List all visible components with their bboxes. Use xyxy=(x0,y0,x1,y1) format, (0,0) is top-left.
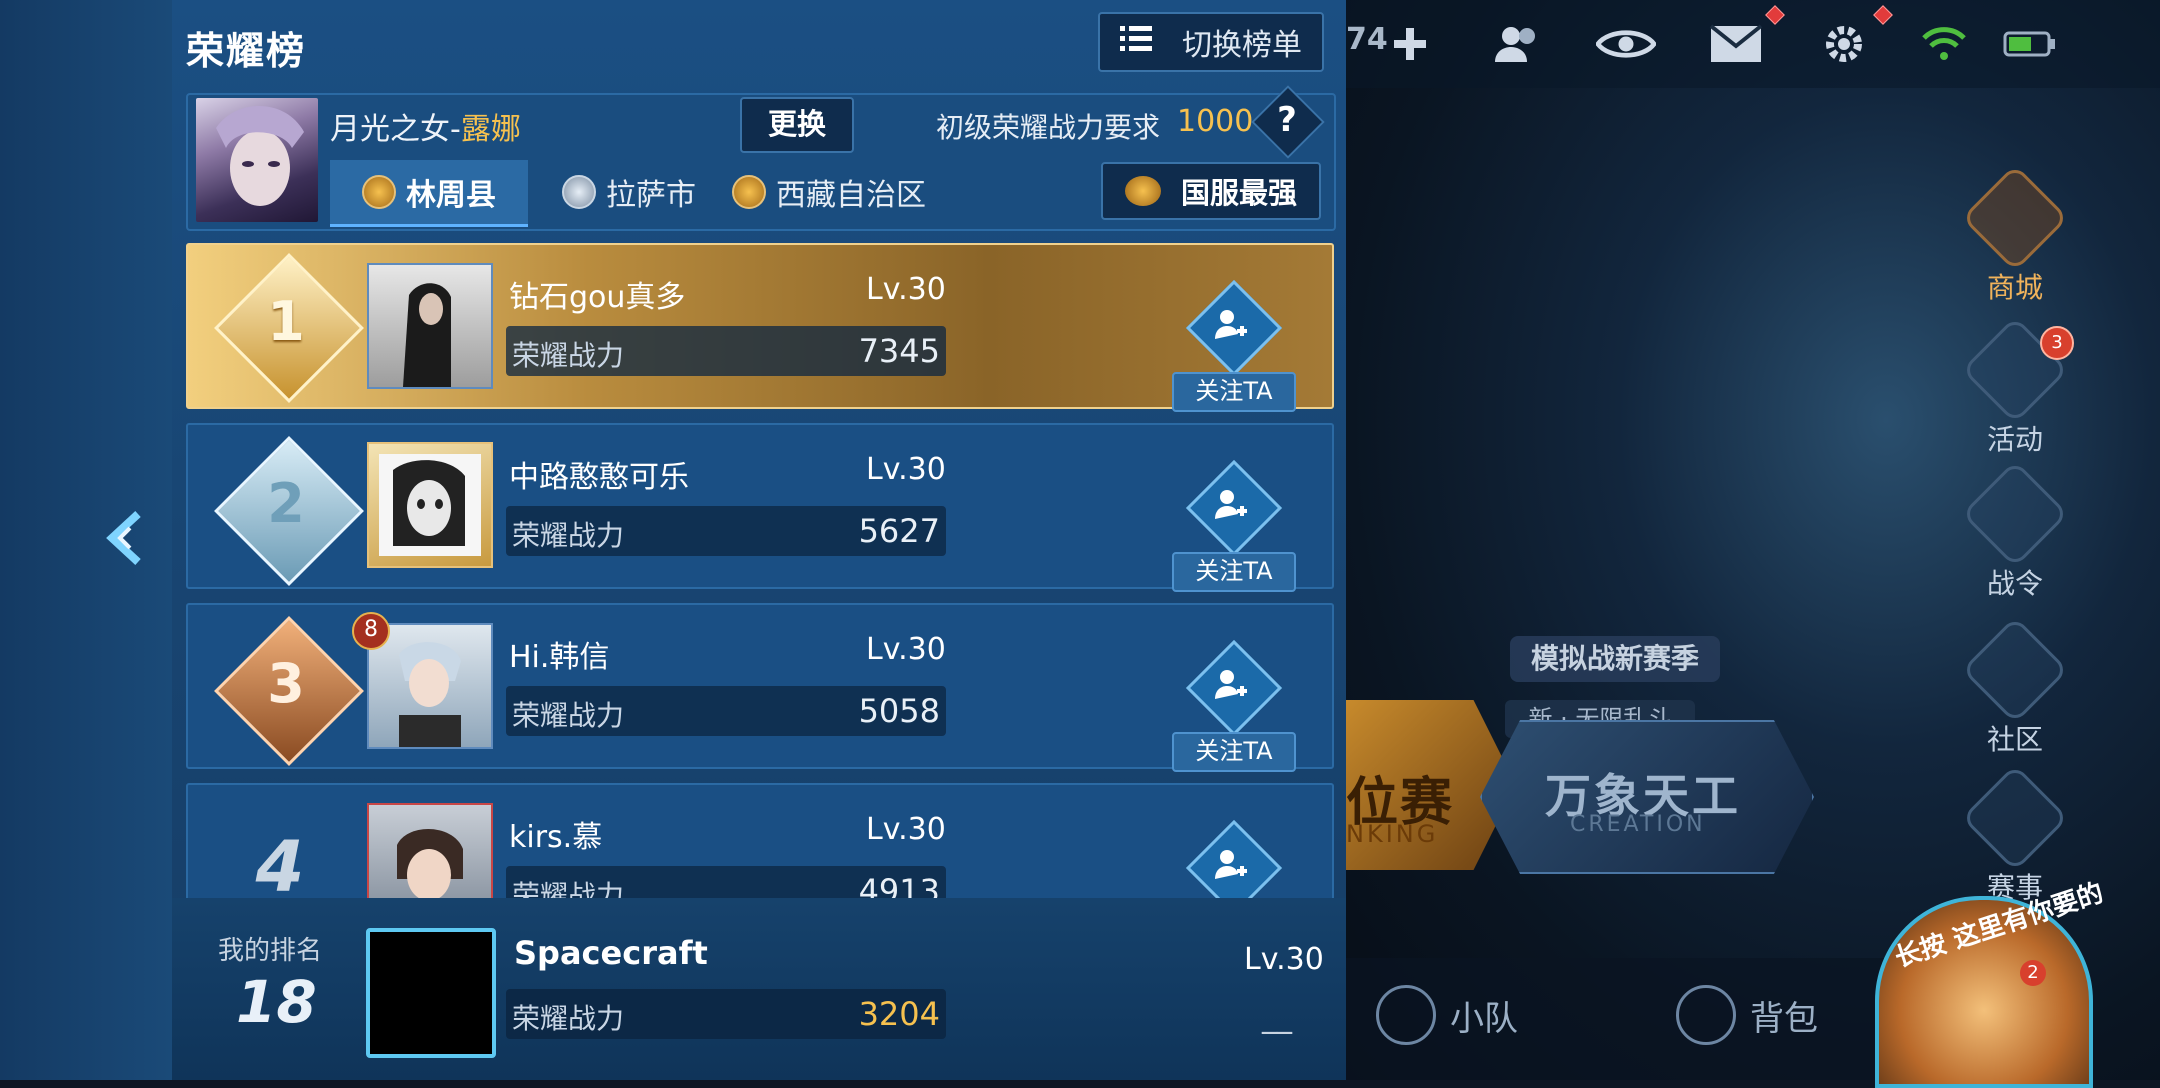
side-menu-label: 活动 xyxy=(1986,423,2043,456)
requirement-label: 初级荣耀战力要求 xyxy=(936,111,1161,144)
follow-button[interactable]: 关注TA xyxy=(1172,372,1296,412)
switch-board-button[interactable]: 切换榜单 xyxy=(1098,12,1324,72)
list-icon xyxy=(1120,25,1152,60)
change-hero-button[interactable]: 更换 xyxy=(740,97,854,153)
power-bar: 荣耀战力 7345 xyxy=(506,326,946,376)
mail-icon[interactable] xyxy=(1706,14,1766,74)
my-avatar[interactable] xyxy=(366,928,496,1058)
my-rank-number: 18 xyxy=(236,968,317,1036)
switch-board-label: 切换榜单 xyxy=(1182,28,1302,63)
side-menu-label: 战令 xyxy=(1986,567,2043,600)
side-menu-label: 商城 xyxy=(1986,271,2043,304)
rank-number: 2 xyxy=(267,472,305,535)
my-power-value: 3204 xyxy=(858,995,940,1033)
power-label: 荣耀战力 xyxy=(512,339,625,372)
national-best-label: 国服最强 xyxy=(1181,176,1298,210)
flag-icon xyxy=(1376,985,1436,1045)
county-emblem-icon xyxy=(362,175,396,209)
activity-badge: 3 xyxy=(2040,326,2074,360)
player-name: kirs.慕 xyxy=(509,820,603,855)
player-level: Lv.30 xyxy=(866,272,946,307)
player-level: Lv.30 xyxy=(866,452,946,487)
shop-icon xyxy=(1961,164,2069,272)
tab-label: 拉萨市 xyxy=(606,178,696,213)
my-power-bar: 荣耀战力 3204 xyxy=(506,989,946,1039)
player-name: Hi.韩信 xyxy=(509,640,610,675)
creation-mode-sublabel: CREATION xyxy=(1570,812,1706,837)
battlepass-icon xyxy=(1961,460,2069,568)
ranked-mode-sublabel: NKING xyxy=(1346,820,1439,848)
my-level: Lv.30 xyxy=(1244,942,1324,977)
side-menu-shop[interactable]: 商城 xyxy=(1960,164,2070,306)
player-avatar[interactable] xyxy=(367,263,493,389)
wifi-icon xyxy=(1914,14,1974,74)
player-name: 钻石gou真多 xyxy=(509,280,686,315)
power-bar: 荣耀战力 5058 xyxy=(506,686,946,736)
settings-gear-icon[interactable] xyxy=(1814,14,1874,74)
power-bar: 荣耀战力 5627 xyxy=(506,506,946,556)
spectate-eye-icon[interactable] xyxy=(1596,14,1656,74)
rank-number: 3 xyxy=(267,652,305,715)
follow-button[interactable]: 关注TA xyxy=(1172,552,1296,592)
player-avatar[interactable] xyxy=(367,442,493,568)
power-value: 5627 xyxy=(858,512,940,550)
dock-bag[interactable]: 背包 xyxy=(1676,985,1818,1045)
tab-label: 西藏自治区 xyxy=(776,178,926,213)
friends-icon[interactable] xyxy=(1488,14,1548,74)
follow-button[interactable]: 关注TA xyxy=(1172,732,1296,772)
trophy-icon xyxy=(1961,764,2069,872)
player-level: Lv.30 xyxy=(866,632,946,667)
add-friend-icon xyxy=(1200,474,1262,536)
national-emblem-icon xyxy=(1125,176,1161,206)
power-label: 荣耀战力 xyxy=(512,699,625,732)
requirement-value: 1000 xyxy=(1177,104,1254,139)
national-best-button[interactable]: 国服最强 xyxy=(1101,162,1321,220)
add-friend-icon xyxy=(1200,294,1262,356)
tab-province[interactable]: 西藏自治区 xyxy=(732,160,926,224)
hero-title: 月光之女- xyxy=(330,112,461,147)
power-value: 5058 xyxy=(858,692,940,730)
tab-county[interactable]: 林周县 xyxy=(330,160,528,227)
hero-name-gold: 露娜 xyxy=(460,112,521,147)
battery-icon xyxy=(2000,14,2060,74)
side-menu-battlepass[interactable]: 战令 xyxy=(1960,460,2070,602)
hero-portrait[interactable] xyxy=(196,98,318,222)
player-level: Lv.30 xyxy=(866,812,946,847)
back-chevron-icon[interactable] xyxy=(100,510,148,566)
power-value: 7345 xyxy=(858,332,940,370)
my-name: Spacecraft xyxy=(514,934,708,972)
add-currency-icon[interactable] xyxy=(1380,14,1440,74)
bag-icon xyxy=(1676,985,1736,1045)
tab-city[interactable]: 拉萨市 xyxy=(562,160,696,224)
add-friend-icon xyxy=(1200,834,1262,896)
hero-name: 月光之女-露娜 xyxy=(330,104,521,148)
mascot-badge: 2 xyxy=(2020,960,2046,986)
rank-number: 4 xyxy=(255,826,305,908)
dock-team[interactable]: 小队 xyxy=(1376,985,1518,1045)
tab-label: 林周县 xyxy=(406,178,496,213)
mode-news-pill[interactable]: 模拟战新赛季 xyxy=(1510,636,1720,682)
page-title: 荣耀榜 xyxy=(186,29,307,73)
add-friend-icon xyxy=(1200,654,1262,716)
my-rank-label: 我的排名 xyxy=(218,936,323,966)
question-mark-icon: ? xyxy=(1277,100,1297,140)
player-name: 中路憨憨可乐 xyxy=(509,460,689,495)
dock-label: 小队 xyxy=(1450,998,1518,1039)
power-label: 荣耀战力 xyxy=(512,519,625,552)
power-label: 荣耀战力 xyxy=(512,1002,625,1035)
side-menu-label: 社区 xyxy=(1986,723,2043,756)
rank-number: 1 xyxy=(267,290,305,353)
my-extra-value: __ xyxy=(1262,1000,1292,1035)
pet-badge: 8 xyxy=(352,612,390,650)
side-menu-community[interactable]: 社区 xyxy=(1960,616,2070,758)
dock-label: 背包 xyxy=(1750,998,1818,1039)
city-emblem-icon xyxy=(562,175,596,209)
province-emblem-icon xyxy=(732,175,766,209)
community-icon xyxy=(1961,616,2069,724)
